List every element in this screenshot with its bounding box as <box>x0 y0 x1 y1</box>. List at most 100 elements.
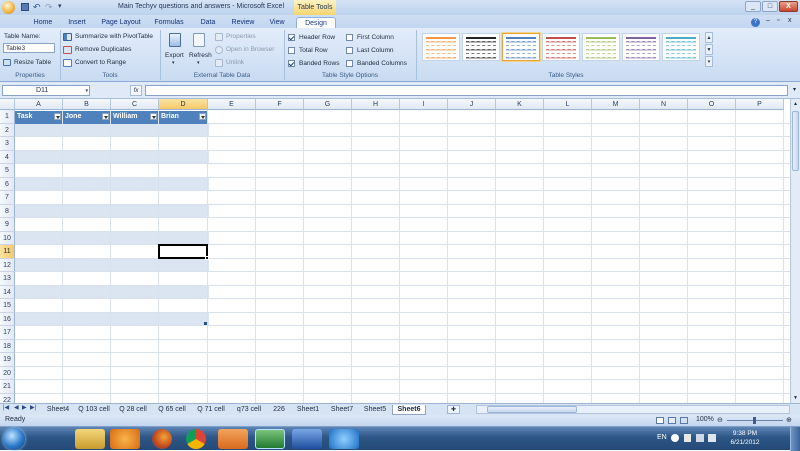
column-header[interactable]: C <box>111 99 159 110</box>
row-header[interactable]: 13 <box>0 272 15 286</box>
column-header[interactable]: P <box>736 99 784 110</box>
column-header[interactable]: G <box>304 99 352 110</box>
total-row-option[interactable]: Total Row <box>288 46 343 56</box>
fill-handle[interactable] <box>205 255 209 260</box>
firefox-taskbar-icon[interactable] <box>152 429 172 449</box>
sheet-tab[interactable]: Sheet5 <box>359 405 391 415</box>
tab-data[interactable]: Data <box>195 17 221 28</box>
start-button[interactable] <box>3 428 25 450</box>
sheet-nav-next-icon[interactable]: ▶ <box>22 404 27 411</box>
row-header[interactable]: 10 <box>0 231 15 245</box>
table-row[interactable] <box>15 137 209 151</box>
insert-sheet-icon[interactable]: ✚ <box>447 405 460 414</box>
sheet-tab[interactable]: Sheet4 <box>42 405 74 415</box>
quick-access-dropdown-icon[interactable]: ▾ <box>58 2 62 10</box>
column-header[interactable]: L <box>544 99 592 110</box>
zoom-level[interactable]: 100% <box>696 416 714 423</box>
sheet-tab[interactable]: Sheet6 <box>392 405 426 415</box>
table-resize-handle[interactable] <box>204 322 207 325</box>
banded-rows-option[interactable]: Banded Rows <box>288 59 343 69</box>
column-header[interactable]: N <box>640 99 688 110</box>
row-header[interactable]: 17 <box>0 326 15 340</box>
sheet-tab[interactable]: Q 28 cell <box>114 405 152 415</box>
row-header[interactable]: 12 <box>0 258 15 272</box>
row-header[interactable]: 9 <box>0 218 15 232</box>
undo-icon[interactable]: ↶ <box>33 2 41 13</box>
language-indicator[interactable]: EN <box>657 434 667 441</box>
banded-columns-option[interactable]: Banded Columns <box>346 59 414 69</box>
gallery-scroll-down-icon[interactable]: ▼ <box>705 44 713 55</box>
table-header-cell[interactable]: Jone <box>63 111 110 124</box>
column-header[interactable]: E <box>208 99 256 110</box>
save-icon[interactable] <box>21 3 29 11</box>
sheet-tab[interactable]: 226 <box>268 405 290 415</box>
excel-taskbar-icon[interactable] <box>255 429 285 449</box>
sheet-tab[interactable]: Sheet1 <box>291 405 325 415</box>
explorer-taskbar-icon[interactable] <box>75 429 105 449</box>
tab-home[interactable]: Home <box>28 17 58 28</box>
row-header[interactable]: 4 <box>0 150 15 164</box>
table-style-thumbnail[interactable] <box>422 33 460 61</box>
table-style-thumbnail[interactable] <box>622 33 660 61</box>
column-header[interactable]: H <box>352 99 400 110</box>
sheet-tab[interactable]: Sheet7 <box>326 405 358 415</box>
table-row[interactable] <box>15 164 209 178</box>
zoom-slider-thumb[interactable] <box>753 417 756 424</box>
table-row[interactable] <box>15 299 209 313</box>
row-header[interactable]: 2 <box>0 123 15 137</box>
gallery-scroll-up-icon[interactable]: ▲ <box>705 32 713 43</box>
table-style-thumbnail[interactable] <box>662 33 700 61</box>
show-desktop-button[interactable] <box>790 427 800 451</box>
column-header[interactable]: B <box>63 99 111 110</box>
redo-icon[interactable]: ↷ <box>45 2 53 13</box>
remove-duplicates-button[interactable]: Remove Duplicates <box>63 45 158 55</box>
table-header-cell[interactable]: William <box>111 111 158 124</box>
media-player-taskbar-icon[interactable] <box>110 429 140 449</box>
volume-tray-icon[interactable] <box>708 434 716 442</box>
network-tray-icon[interactable] <box>696 434 704 442</box>
word-taskbar-icon[interactable] <box>292 429 322 449</box>
chrome-taskbar-icon[interactable] <box>186 429 206 449</box>
total-row-checkbox[interactable] <box>288 47 295 54</box>
table-name-input[interactable]: Table3 <box>3 43 55 53</box>
tab-formulas[interactable]: Formulas <box>150 17 188 28</box>
ribbon-minimize-icon[interactable]: – <box>766 17 770 24</box>
open-in-browser-button[interactable]: Open in Browser <box>215 45 285 55</box>
ribbon-close-icon[interactable]: x <box>788 17 792 24</box>
tab-page-layout[interactable]: Page Layout <box>98 17 144 28</box>
page-layout-view-icon[interactable] <box>668 417 676 424</box>
active-cell[interactable] <box>158 244 208 259</box>
help-icon[interactable]: ? <box>751 18 760 27</box>
select-all-corner[interactable] <box>0 99 15 110</box>
export-button[interactable]: Export ▾ <box>164 31 186 67</box>
table-row[interactable] <box>15 150 209 164</box>
clock-date[interactable]: 6/21/2012 <box>725 439 765 446</box>
sheet-nav-prev-icon[interactable]: ◀ <box>14 404 19 411</box>
table-row[interactable] <box>15 258 209 272</box>
app-taskbar-icon[interactable] <box>218 429 248 449</box>
convert-to-range-button[interactable]: Convert to Range <box>63 58 158 68</box>
help-tray-icon[interactable] <box>671 434 679 442</box>
last-column-checkbox[interactable] <box>346 47 353 54</box>
table-row[interactable] <box>15 218 209 232</box>
row-header[interactable]: 20 <box>0 366 15 380</box>
sheet-nav-last-icon[interactable]: ▶| <box>30 404 36 411</box>
first-column-checkbox[interactable] <box>346 34 353 41</box>
tab-view[interactable]: View <box>264 17 290 28</box>
table-row[interactable] <box>15 285 209 299</box>
row-header[interactable]: 11 <box>0 245 15 259</box>
table-row[interactable] <box>15 123 209 137</box>
page-break-view-icon[interactable] <box>680 417 688 424</box>
row-header[interactable]: 3 <box>0 137 15 151</box>
sheet-tab[interactable]: Q 103 cell <box>75 405 113 415</box>
ie-taskbar-icon[interactable] <box>329 429 359 449</box>
close-button[interactable]: X <box>779 1 798 12</box>
column-header[interactable]: M <box>592 99 640 110</box>
row-header[interactable]: 5 <box>0 164 15 178</box>
name-box-dropdown-icon[interactable]: ▾ <box>85 86 88 96</box>
table-row[interactable] <box>15 204 209 218</box>
zoom-in-icon[interactable]: ⊕ <box>786 416 792 424</box>
maximize-button[interactable]: □ <box>762 1 778 12</box>
refresh-button[interactable]: Refresh ▾ <box>188 31 212 67</box>
table-row[interactable] <box>15 272 209 286</box>
